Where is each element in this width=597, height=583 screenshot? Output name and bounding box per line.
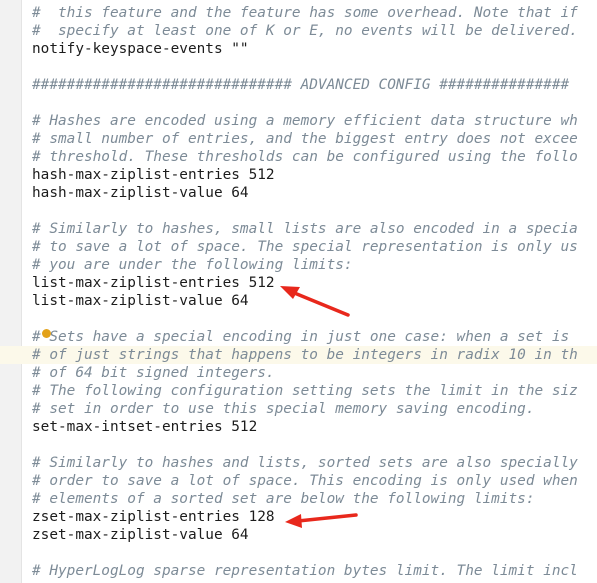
- comment-line[interactable]: # set in order to use this special memor…: [0, 400, 597, 418]
- config-line[interactable]: hash-max-ziplist-value 64: [0, 184, 597, 202]
- code-editor[interactable]: # this feature and the feature has some …: [0, 0, 597, 583]
- config-line[interactable]: zset-max-ziplist-entries 128: [0, 508, 597, 526]
- comment-line[interactable]: # Sets have a special encoding in just o…: [0, 328, 597, 346]
- comment-line[interactable]: # threshold. These thresholds can be con…: [0, 148, 597, 166]
- config-line[interactable]: list-max-ziplist-entries 512: [0, 274, 597, 292]
- blank-line[interactable]: [0, 58, 597, 76]
- comment-line[interactable]: # The following configuration setting se…: [0, 382, 597, 400]
- comment-line[interactable]: # Hashes are encoded using a memory effi…: [0, 112, 597, 130]
- blank-line[interactable]: [0, 202, 597, 220]
- comment-line[interactable]: # this feature and the feature has some …: [0, 4, 597, 22]
- comment-line[interactable]: # Similarly to hashes, small lists are a…: [0, 220, 597, 238]
- comment-line[interactable]: # Similarly to hashes and lists, sorted …: [0, 454, 597, 472]
- blank-line[interactable]: [0, 94, 597, 112]
- comment-line[interactable]: # to save a lot of space. The special re…: [0, 238, 597, 256]
- config-line[interactable]: hash-max-ziplist-entries 512: [0, 166, 597, 184]
- comment-line[interactable]: # HyperLogLog sparse representation byte…: [0, 562, 597, 580]
- config-line[interactable]: list-max-ziplist-value 64: [0, 292, 597, 310]
- config-line[interactable]: notify-keyspace-events "": [0, 40, 597, 58]
- config-line[interactable]: zset-max-ziplist-value 64: [0, 526, 597, 544]
- comment-line[interactable]: # specify at least one of K or E, no eve…: [0, 22, 597, 40]
- comment-line[interactable]: # elements of a sorted set are below the…: [0, 490, 597, 508]
- comment-line[interactable]: # of 64 bit signed integers.: [0, 364, 597, 382]
- blank-line[interactable]: [0, 436, 597, 454]
- comment-line[interactable]: # order to save a lot of space. This enc…: [0, 472, 597, 490]
- lightbulb-icon[interactable]: [42, 329, 51, 338]
- comment-line[interactable]: ############################## ADVANCED …: [0, 76, 597, 94]
- comment-line[interactable]: # of just strings that happens to be int…: [0, 346, 597, 364]
- blank-line[interactable]: [0, 544, 597, 562]
- blank-line[interactable]: [0, 310, 597, 328]
- comment-line[interactable]: # you are under the following limits:: [0, 256, 597, 274]
- comment-line[interactable]: # small number of entries, and the bigge…: [0, 130, 597, 148]
- config-line[interactable]: set-max-intset-entries 512: [0, 418, 597, 436]
